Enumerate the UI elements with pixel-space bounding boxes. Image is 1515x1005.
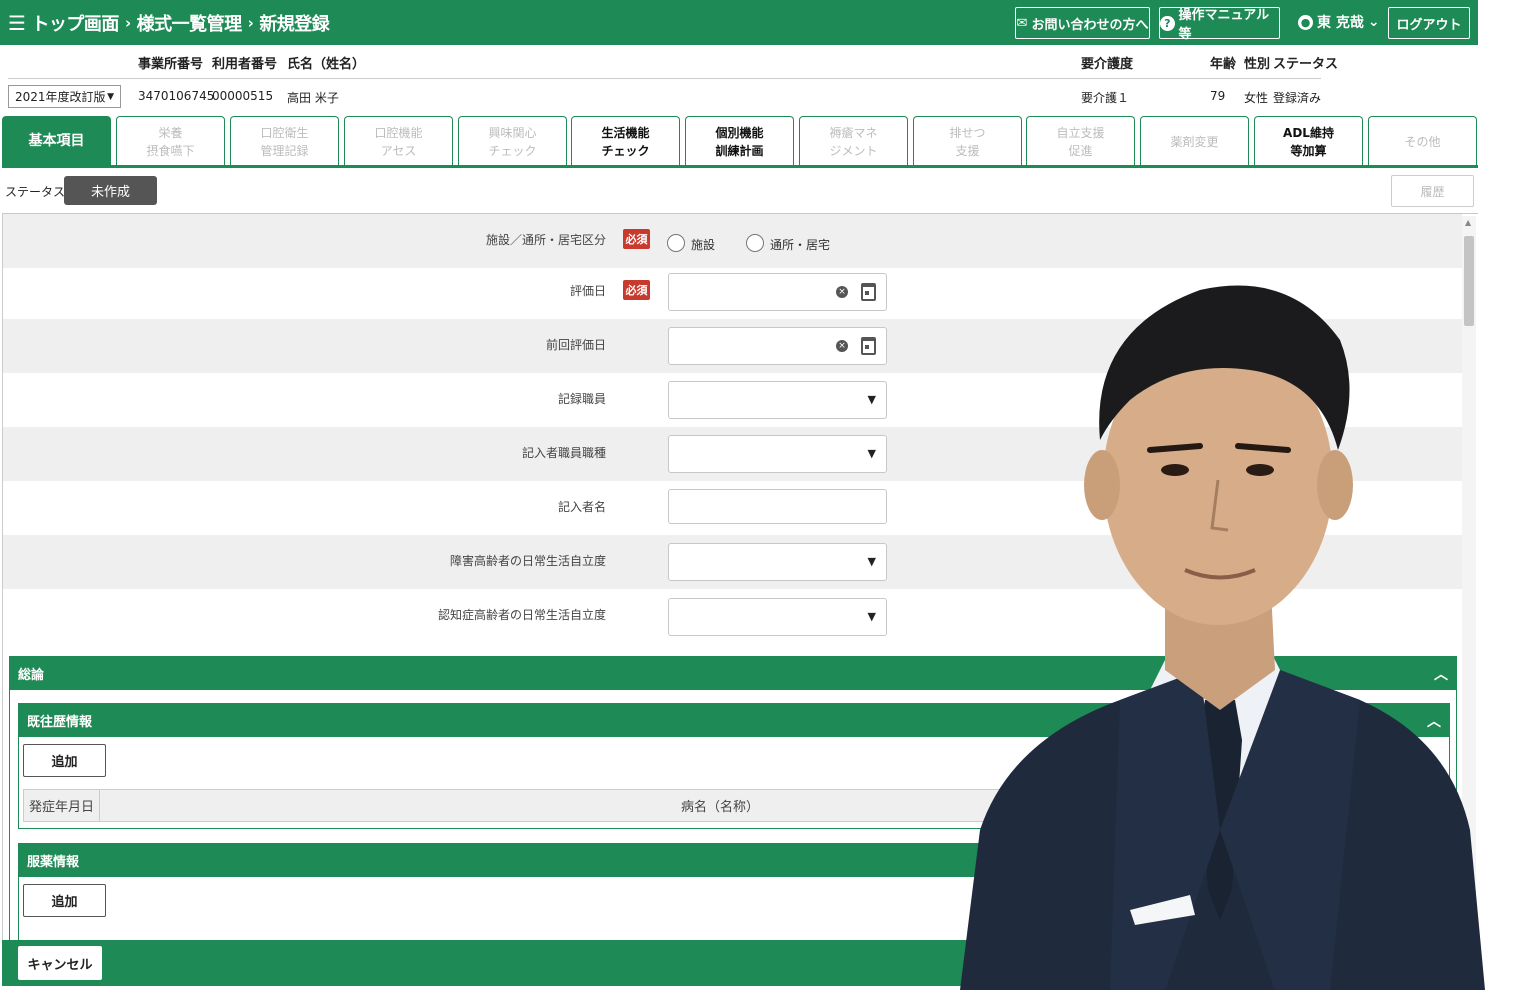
user-no-value: 00000515 bbox=[212, 89, 274, 103]
dementia-elder-select[interactable]: ▼ bbox=[668, 598, 887, 636]
recorder-job-label: 記入者職員職種 bbox=[521, 446, 606, 460]
medical-history-title: 既往歴情報 bbox=[27, 715, 93, 730]
status-value: 登録済み bbox=[1273, 91, 1322, 105]
tab-3: 口腔衛生 管理記録 bbox=[230, 116, 339, 166]
recorder-select[interactable]: ▼ bbox=[668, 381, 887, 419]
eval-date-label: 評価日 bbox=[569, 284, 606, 298]
breadcrumb-top[interactable]: トップ画面 bbox=[31, 10, 119, 36]
dropdown-arrow-icon: ▼ bbox=[867, 610, 876, 623]
cancel-button[interactable]: キャンセル bbox=[18, 946, 102, 980]
age-value: 79 bbox=[1210, 89, 1226, 103]
contact-label: お問い合わせの方へ bbox=[1031, 17, 1149, 33]
recorder-name-label: 記入者名 bbox=[557, 500, 606, 514]
dementia-elder-label: 認知症高齢者の日常生活自立度 bbox=[437, 608, 606, 622]
recorder-name-input[interactable] bbox=[668, 489, 887, 524]
status-header: ステータス bbox=[1273, 57, 1339, 72]
recorder-job-select[interactable]: ▼ bbox=[668, 435, 887, 473]
version-select[interactable]: 2021年度改訂版 ▼ bbox=[8, 85, 121, 108]
onset-date-column: 発症年月日 bbox=[24, 790, 100, 821]
hamburger-icon[interactable]: ☰ bbox=[8, 11, 26, 35]
version-select-value: 2021年度改訂版 bbox=[15, 90, 106, 104]
add-medication-button[interactable]: 追加 bbox=[23, 884, 106, 917]
chevron-down-icon: ⌄ bbox=[1367, 14, 1380, 30]
disabled-elder-select[interactable]: ▼ bbox=[668, 543, 887, 581]
dropdown-arrow-icon: ▼ bbox=[867, 447, 876, 460]
tab-2: 栄養 摂食嚥下 bbox=[116, 116, 225, 166]
breadcrumb: ☰ トップ画面 › 様式一覧管理 › 新規登録 bbox=[8, 10, 330, 36]
office-no-header: 事業所番号 bbox=[138, 57, 204, 72]
care-level-header: 要介護度 bbox=[1081, 57, 1134, 72]
dropdown-arrow-icon: ▼ bbox=[867, 393, 876, 406]
tab-7[interactable]: 個別機能 訓練計画 bbox=[685, 116, 794, 166]
care-level-value: 要介護１ bbox=[1081, 91, 1130, 105]
prev-eval-date-label: 前回評価日 bbox=[545, 338, 606, 352]
eval-date-input[interactable]: × bbox=[668, 273, 887, 311]
status-label: ステータス: bbox=[5, 185, 70, 199]
user-no-header: 利用者番号 bbox=[212, 57, 278, 72]
radio-facility-label: 施設 bbox=[691, 238, 716, 252]
radio-outpatient-label: 通所・居宅 bbox=[770, 238, 831, 252]
radio-outpatient[interactable] bbox=[746, 234, 764, 252]
dropdown-arrow-icon: ▼ bbox=[107, 91, 114, 102]
breadcrumb-form-list[interactable]: 様式一覧管理 bbox=[137, 10, 243, 36]
status-badge: 未作成 bbox=[64, 176, 157, 205]
add-history-button[interactable]: 追加 bbox=[23, 744, 106, 777]
calendar-icon[interactable] bbox=[861, 337, 876, 355]
user-icon: ● bbox=[1298, 14, 1313, 30]
general-section-title: 総論 bbox=[18, 668, 45, 683]
manual-label: 操作マニュアル等 bbox=[1178, 8, 1270, 42]
prev-eval-date-input[interactable]: × bbox=[668, 327, 887, 365]
scroll-up-icon[interactable]: ▲ bbox=[1465, 218, 1471, 227]
tab-1[interactable]: 基本項目 bbox=[2, 116, 111, 166]
breadcrumb-separator: › bbox=[247, 14, 254, 32]
tab-11: 薬剤変更 bbox=[1140, 116, 1249, 166]
tab-12[interactable]: ADL維持 等加算 bbox=[1254, 116, 1363, 166]
form-row-facility-type: 施設／通所・居宅区分 必須 施設 通所・居宅 bbox=[3, 214, 1462, 268]
tab-9: 排せつ 支援 bbox=[913, 116, 1022, 166]
logout-button[interactable]: ログアウト bbox=[1388, 7, 1470, 39]
dropdown-arrow-icon: ▼ bbox=[867, 555, 876, 568]
contact-button[interactable]: ✉ お問い合わせの方へ bbox=[1015, 7, 1150, 39]
name-value: 高田 米子 bbox=[287, 91, 339, 105]
calendar-icon[interactable] bbox=[861, 283, 876, 301]
breadcrumb-current: 新規登録 bbox=[259, 14, 330, 35]
user-menu[interactable]: ● 東 克哉 ⌄ bbox=[1298, 12, 1380, 32]
top-header: ☰ トップ画面 › 様式一覧管理 › 新規登録 ✉ お問い合わせの方へ ? 操作… bbox=[0, 0, 1478, 45]
tab-10: 自立支援 促進 bbox=[1026, 116, 1135, 166]
divider bbox=[8, 78, 1321, 79]
clear-icon[interactable]: × bbox=[836, 286, 848, 298]
required-badge: 必須 bbox=[623, 280, 650, 300]
facility-type-label: 施設／通所・居宅区分 bbox=[485, 233, 606, 247]
logout-label: ログアウト bbox=[1396, 17, 1462, 33]
history-button[interactable]: 履歴 bbox=[1391, 175, 1474, 207]
sex-value: 女性 bbox=[1244, 91, 1269, 105]
name-header: 氏名（姓名） bbox=[287, 57, 366, 72]
age-header: 年齢 bbox=[1210, 57, 1237, 72]
tab-4: 口腔機能 アセス bbox=[344, 116, 453, 166]
breadcrumb-separator: › bbox=[124, 14, 131, 32]
radio-facility[interactable] bbox=[667, 234, 685, 252]
tab-6[interactable]: 生活機能 チェック bbox=[571, 116, 680, 166]
clear-icon[interactable]: × bbox=[836, 340, 848, 352]
tab-8: 褥瘡マネ ジメント bbox=[799, 116, 908, 166]
help-icon: ? bbox=[1160, 15, 1175, 31]
user-name: 東 克哉 bbox=[1317, 15, 1364, 31]
mail-icon: ✉ bbox=[1016, 15, 1028, 31]
recorder-label: 記録職員 bbox=[557, 392, 606, 406]
disabled-elder-label: 障害高齢者の日常生活自立度 bbox=[449, 554, 606, 568]
required-badge: 必須 bbox=[623, 229, 650, 249]
tab-13: その他 bbox=[1368, 116, 1477, 166]
tab-underline bbox=[2, 165, 1478, 168]
tab-5: 興味関心 チェック bbox=[458, 116, 567, 166]
medication-title: 服薬情報 bbox=[27, 855, 80, 870]
person-portrait-image bbox=[960, 285, 1485, 990]
sex-header: 性別 bbox=[1244, 57, 1271, 72]
office-no-value: 3470106745 bbox=[138, 89, 215, 103]
manual-button[interactable]: ? 操作マニュアル等 bbox=[1159, 7, 1280, 42]
